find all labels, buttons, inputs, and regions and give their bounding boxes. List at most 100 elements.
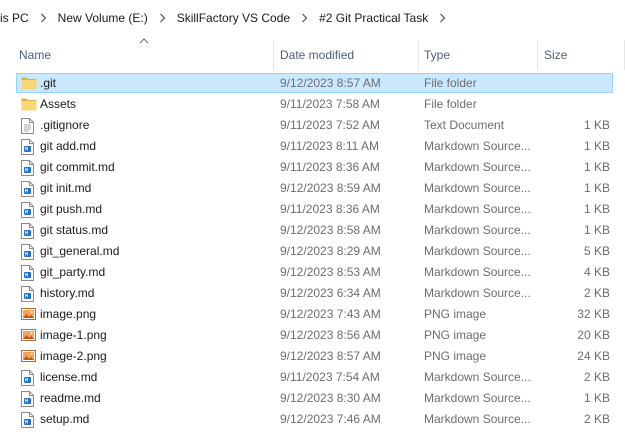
file-date-modified: 9/12/2023 8:59 AM	[280, 181, 381, 195]
file-row[interactable]: license.md 9/11/2023 7:54 AM Markdown So…	[0, 367, 625, 388]
file-name: git init.md	[40, 181, 92, 195]
file-row[interactable]: .git 9/12/2023 8:57 AM File folder	[0, 73, 625, 94]
file-name: .git	[40, 76, 57, 90]
file-row[interactable]: Assets 9/11/2023 7:58 AM File folder	[0, 94, 625, 115]
column-header-type[interactable]: Type	[419, 40, 538, 70]
breadcrumb: is PC New Volume (E:) SkillFactory VS Co…	[0, 0, 625, 37]
file-size: 1 KB	[583, 202, 610, 216]
file-name: readme.md	[40, 391, 101, 405]
image-file-icon	[21, 307, 36, 322]
column-header-date[interactable]: Date modified	[274, 40, 419, 70]
file-date-modified: 9/12/2023 8:57 AM	[280, 349, 381, 363]
markdown-file-icon	[21, 160, 35, 176]
file-row[interactable]: .gitignore 9/11/2023 7:52 AM Text Docume…	[0, 115, 625, 136]
breadcrumb-item-this-pc[interactable]: is PC	[0, 11, 31, 25]
image-file-icon	[21, 328, 36, 343]
file-date-modified: 9/11/2023 7:54 AM	[280, 370, 380, 384]
text-file-icon	[21, 118, 35, 134]
file-type: PNG image	[424, 349, 487, 363]
markdown-file-icon	[21, 244, 35, 260]
file-size: 1 KB	[583, 118, 610, 132]
column-header-date-label: Date modified	[280, 48, 355, 62]
file-name: git_party.md	[40, 265, 106, 279]
file-row[interactable]: git push.md 9/11/2023 8:36 AM Markdown S…	[0, 199, 625, 220]
file-size: 1 KB	[583, 181, 610, 195]
file-date-modified: 9/12/2023 6:34 AM	[280, 286, 381, 300]
file-size: 1 KB	[583, 160, 610, 174]
file-size: 1 KB	[583, 223, 610, 237]
file-row[interactable]: git status.md 9/12/2023 8:58 AM Markdown…	[0, 220, 625, 241]
file-type: Markdown Source...	[424, 244, 531, 258]
file-date-modified: 9/12/2023 8:58 AM	[280, 223, 381, 237]
file-size: 20 KB	[577, 328, 610, 342]
file-date-modified: 9/11/2023 8:36 AM	[280, 160, 380, 174]
folder-icon	[21, 97, 37, 112]
file-size: 1 KB	[583, 391, 610, 405]
chevron-right-icon[interactable]	[430, 13, 455, 23]
file-row[interactable]: git commit.md 9/11/2023 8:36 AM Markdown…	[0, 157, 625, 178]
markdown-file-icon	[21, 391, 35, 407]
markdown-file-icon	[21, 412, 35, 428]
file-row[interactable]: image-1.png 9/12/2023 8:56 AM PNG image …	[0, 325, 625, 346]
file-type: PNG image	[424, 328, 487, 342]
file-date-modified: 9/11/2023 8:36 AM	[280, 202, 380, 216]
chevron-right-icon[interactable]	[150, 13, 175, 23]
breadcrumb-item-current-folder[interactable]: #2 Git Practical Task	[317, 11, 430, 25]
markdown-file-icon	[21, 223, 35, 239]
file-name: history.md	[40, 286, 95, 300]
column-header-size[interactable]: Size	[538, 40, 625, 70]
file-date-modified: 9/11/2023 7:52 AM	[280, 118, 380, 132]
file-type: Markdown Source...	[424, 391, 531, 405]
file-type: File folder	[424, 76, 477, 90]
file-name: git_general.md	[40, 244, 120, 258]
column-header-name[interactable]: Name	[0, 40, 274, 70]
file-date-modified: 9/12/2023 8:30 AM	[280, 391, 381, 405]
file-row[interactable]: git_general.md 9/12/2023 8:29 AM Markdow…	[0, 241, 625, 262]
file-type: File folder	[424, 97, 477, 111]
markdown-file-icon	[21, 139, 35, 155]
file-name: image-1.png	[40, 328, 107, 342]
file-row[interactable]: git init.md 9/12/2023 8:59 AM Markdown S…	[0, 178, 625, 199]
column-header-type-label: Type	[424, 48, 451, 62]
file-name: git add.md	[40, 139, 97, 153]
file-row[interactable]: history.md 9/12/2023 6:34 AM Markdown So…	[0, 283, 625, 304]
file-type: Markdown Source...	[424, 412, 531, 426]
breadcrumb-item-volume[interactable]: New Volume (E:)	[56, 11, 150, 25]
file-date-modified: 9/12/2023 7:46 AM	[280, 412, 381, 426]
file-name: image-2.png	[40, 349, 107, 363]
file-type: Markdown Source...	[424, 286, 531, 300]
file-name: .gitignore	[40, 118, 90, 132]
file-row[interactable]: image.png 9/12/2023 7:43 AM PNG image 32…	[0, 304, 625, 325]
column-header-row: Name Date modified Type Size	[0, 38, 625, 70]
file-name: Assets	[40, 97, 77, 111]
file-size: 5 KB	[583, 244, 610, 258]
file-type: Markdown Source...	[424, 139, 531, 153]
file-type: Markdown Source...	[424, 202, 531, 216]
file-row[interactable]: git_party.md 9/12/2023 8:53 AM Markdown …	[0, 262, 625, 283]
file-date-modified: 9/12/2023 8:53 AM	[280, 265, 381, 279]
file-date-modified: 9/12/2023 7:43 AM	[280, 307, 381, 321]
image-file-icon	[21, 349, 36, 364]
file-name: git push.md	[40, 202, 103, 216]
breadcrumb-item-skillfactory[interactable]: SkillFactory VS Code	[175, 11, 292, 25]
file-date-modified: 9/11/2023 7:58 AM	[280, 97, 380, 111]
file-row[interactable]: image-2.png 9/12/2023 8:57 AM PNG image …	[0, 346, 625, 367]
folder-icon	[21, 76, 37, 91]
file-row[interactable]: git add.md 9/11/2023 8:11 AM Markdown So…	[0, 136, 625, 157]
file-name: git commit.md	[40, 160, 115, 174]
file-row[interactable]: readme.md 9/12/2023 8:30 AM Markdown Sou…	[0, 388, 625, 409]
chevron-right-icon[interactable]	[31, 13, 56, 23]
file-type: Markdown Source...	[424, 370, 531, 384]
column-header-size-label: Size	[544, 48, 568, 62]
file-date-modified: 9/12/2023 8:29 AM	[280, 244, 381, 258]
file-date-modified: 9/12/2023 8:56 AM	[280, 328, 381, 342]
chevron-right-icon[interactable]	[292, 13, 317, 23]
file-size: 2 KB	[583, 286, 610, 300]
file-list: .git 9/12/2023 8:57 AM File folder Asset…	[0, 73, 625, 430]
file-row[interactable]: setup.md 9/12/2023 7:46 AM Markdown Sour…	[0, 409, 625, 430]
file-type: Markdown Source...	[424, 223, 531, 237]
markdown-file-icon	[21, 286, 35, 302]
file-date-modified: 9/11/2023 8:11 AM	[280, 139, 379, 153]
column-header-name-label: Name	[19, 48, 52, 62]
file-size: 4 KB	[583, 265, 610, 279]
